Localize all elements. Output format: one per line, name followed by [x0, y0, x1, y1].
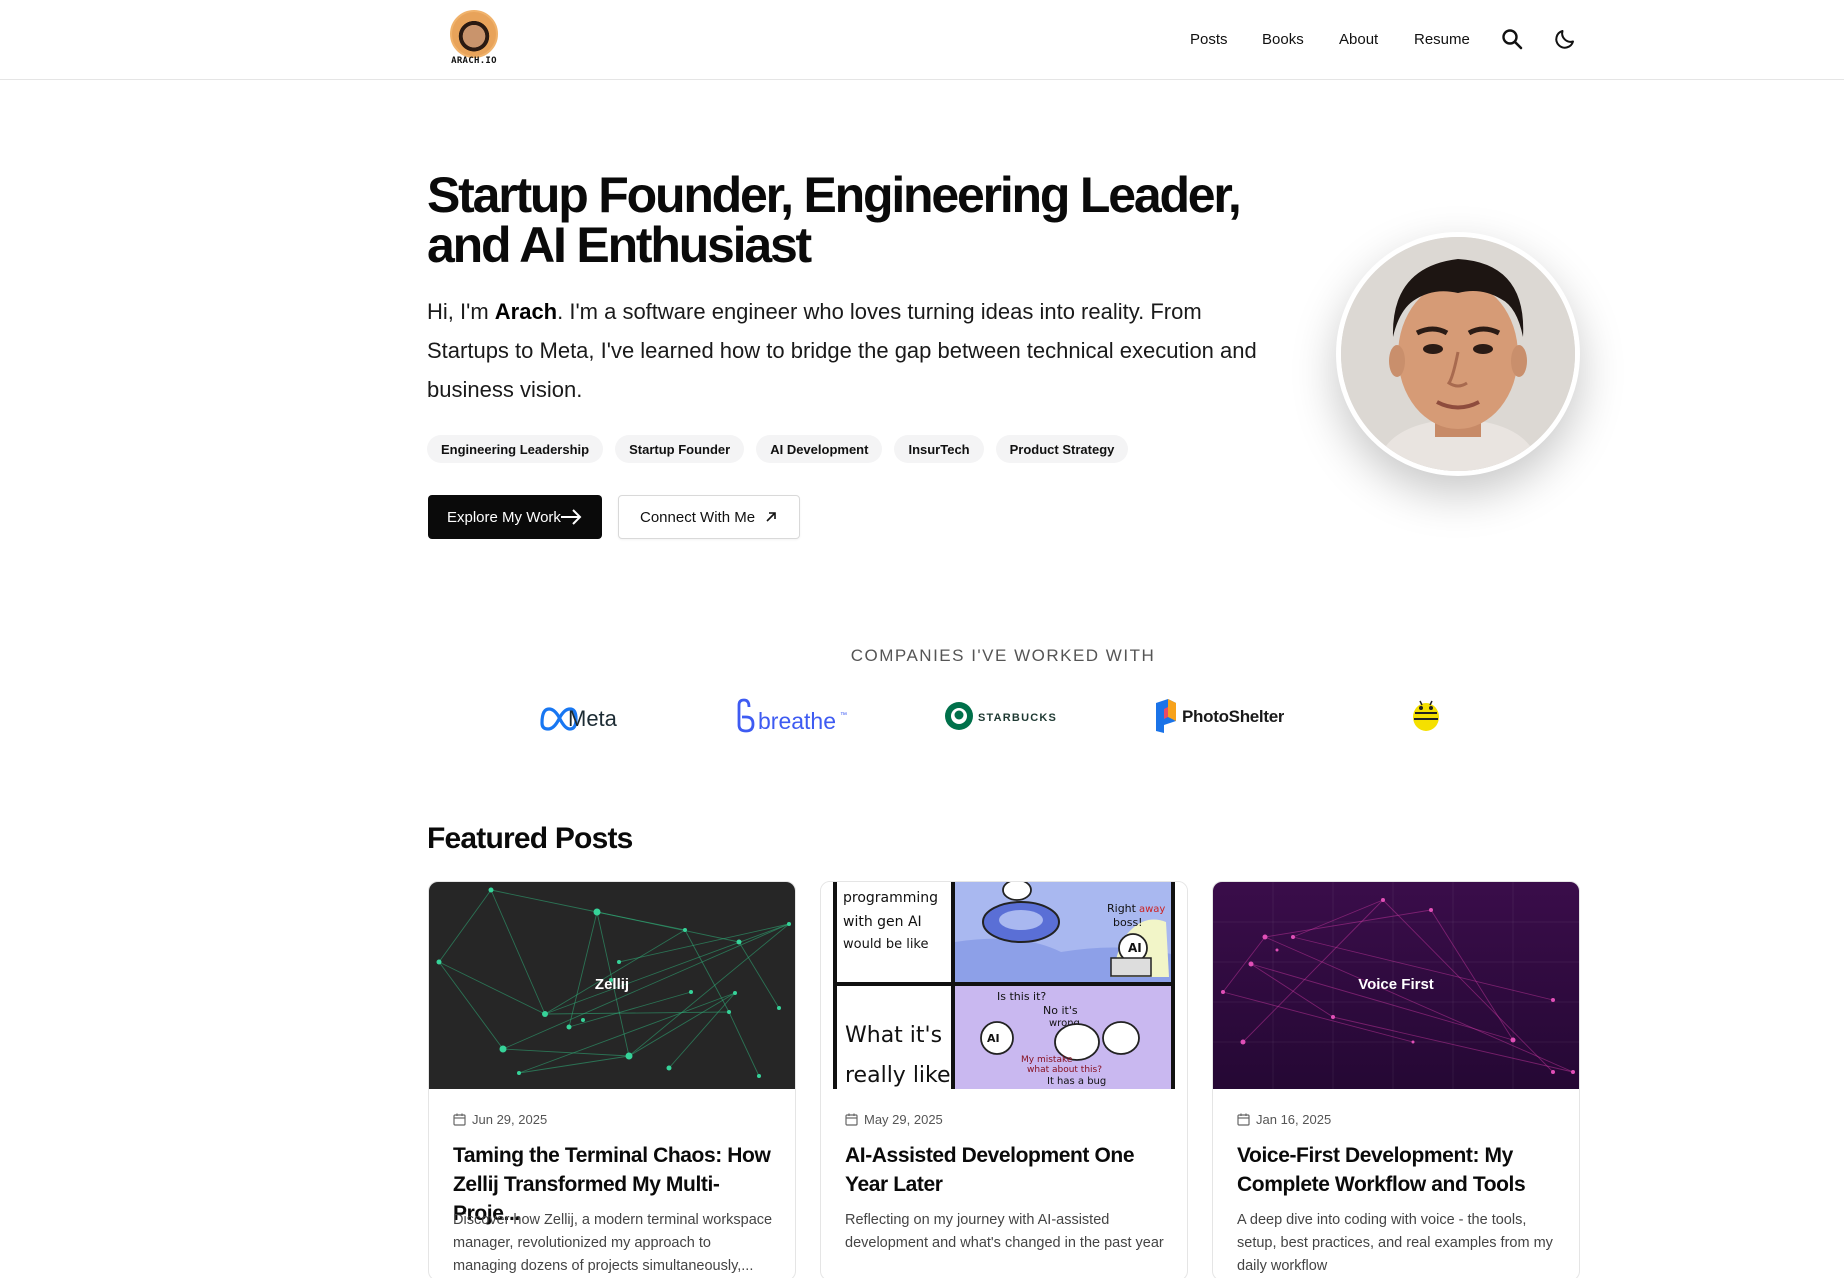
svg-text:would be like: would be like: [843, 937, 929, 952]
svg-text:AI: AI: [987, 1032, 1000, 1045]
svg-text:It has a bug: It has a bug: [1047, 1076, 1106, 1087]
starbucks-logo-text: STARBUCKS: [978, 712, 1057, 724]
svg-text:away: away: [1139, 904, 1165, 915]
nav-resume[interactable]: Resume: [1414, 31, 1470, 48]
photoshelter-logo-text: PhotoShelter: [1182, 707, 1284, 726]
post-description-zellij: Discover how Zellij, a modern terminal w…: [453, 1212, 773, 1274]
post-date-zellij: Jun 29, 2025: [453, 1112, 547, 1127]
photoshelter-logo: PhotoShelter: [1154, 695, 1285, 737]
breathe-logo: breathe ™: [734, 695, 859, 737]
svg-text:boss!: boss!: [1113, 916, 1143, 929]
svg-text:My mistake: My mistake: [1021, 1055, 1073, 1065]
logo-avatar-image: [450, 10, 498, 58]
post-description-voice-first: A deep dive into coding with voice - the…: [1237, 1212, 1553, 1274]
svg-text:with gen AI: with gen AI: [843, 914, 922, 930]
nav-about[interactable]: About: [1339, 31, 1378, 48]
meta-logo: Meta: [538, 695, 648, 737]
meta-logo-text: Meta: [568, 706, 618, 731]
tag-startup-founder: Startup Founder: [615, 435, 745, 463]
post-card-voice-first[interactable]: Voice First Jan 16, 2025 Voice-First Dev…: [1212, 881, 1580, 1278]
post-date-voice-first: Jan 16, 2025: [1237, 1112, 1331, 1127]
post-image-voice-first: Voice First: [1213, 882, 1579, 1089]
hero-title-line-2: and AI Enthusiast: [427, 217, 812, 273]
post-title-voice-first[interactable]: Voice-First Development: My Complete Wor…: [1237, 1141, 1559, 1199]
hero-intro: Hi, I'm Arach. I'm a software engineer w…: [427, 292, 1277, 409]
connect-with-me-button[interactable]: Connect With Me: [618, 495, 800, 539]
post-image-ai-comic: programming with gen AI would be like Wh…: [821, 882, 1187, 1089]
site-logo[interactable]: ARACH.IO: [446, 10, 502, 66]
tag-product-strategy: Product Strategy: [995, 435, 1129, 463]
breathe-logo-text: breathe: [758, 708, 836, 734]
nav-posts[interactable]: Posts: [1190, 31, 1228, 48]
svg-text:really like: really like: [845, 1063, 951, 1088]
post-image-label-voice-first: Voice First: [1358, 976, 1434, 993]
post-date-ai-assisted: May 29, 2025: [845, 1112, 943, 1127]
profile-photo: [1336, 232, 1580, 476]
companies-heading: COMPANIES I'VE WORKED WITH: [850, 646, 1156, 665]
hero-title-line-1: Startup Founder, Engineering Leader,: [427, 167, 1242, 223]
bee-company-logo: [1408, 695, 1444, 737]
post-image-zellij: Zellij: [429, 882, 795, 1089]
tag-engineering-leadership: Engineering Leadership: [427, 435, 604, 463]
starbucks-logo: STARBUCKS: [944, 695, 1064, 737]
nav-books[interactable]: Books: [1262, 31, 1304, 48]
tag-insurtech: InsurTech: [894, 435, 984, 463]
site-header: ARACH.IO Posts Books About Resume: [0, 0, 1844, 80]
explore-my-work-label: Explore My Work: [447, 508, 561, 526]
logo-text: ARACH.IO: [451, 56, 497, 66]
post-date-text: May 29, 2025: [864, 1112, 943, 1127]
calendar-icon: [1237, 1113, 1250, 1126]
post-date-text: Jun 29, 2025: [472, 1112, 548, 1127]
svg-text:™: ™: [840, 712, 847, 719]
connect-with-me-label: Connect With Me: [640, 508, 756, 526]
calendar-icon: [453, 1113, 466, 1126]
svg-text:What it's: What it's: [845, 1023, 942, 1048]
post-title-ai-assisted[interactable]: AI-Assisted Development One Year Later: [845, 1141, 1167, 1199]
post-card-ai-assisted[interactable]: programming with gen AI would be like Wh…: [820, 881, 1188, 1278]
search-icon[interactable]: [1500, 27, 1524, 51]
svg-text:No it's: No it's: [1043, 1004, 1078, 1017]
post-date-text: Jan 16, 2025: [1256, 1112, 1332, 1127]
svg-text:AI: AI: [1128, 941, 1142, 955]
comic-text-1: programming: [843, 890, 938, 906]
svg-text:what about this?: what about this?: [1027, 1065, 1102, 1075]
arrow-right-icon: [561, 509, 582, 525]
post-description-ai-assisted: Reflecting on my journey with AI-assiste…: [845, 1212, 1164, 1251]
tag-ai-development: AI Development: [756, 435, 883, 463]
post-image-label-zellij: Zellij: [594, 976, 630, 993]
hero-title: Startup Founder, Engineering Leader, and…: [427, 170, 1327, 270]
explore-my-work-button[interactable]: Explore My Work: [428, 495, 602, 539]
calendar-icon: [845, 1113, 858, 1126]
skill-tags: Engineering Leadership Startup Founder A…: [427, 435, 1129, 463]
arrow-up-right-icon: [766, 512, 776, 522]
svg-text:Is this it?: Is this it?: [997, 990, 1046, 1003]
svg-text:Right: Right: [1107, 902, 1137, 915]
featured-posts-heading: Featured Posts: [427, 822, 633, 855]
intro-name: Arach: [494, 299, 558, 324]
intro-prefix: Hi, I'm: [427, 299, 495, 324]
post-card-zellij[interactable]: Zellij Jun 29, 2025 Taming the Terminal …: [428, 881, 796, 1278]
moon-icon[interactable]: [1553, 27, 1577, 51]
